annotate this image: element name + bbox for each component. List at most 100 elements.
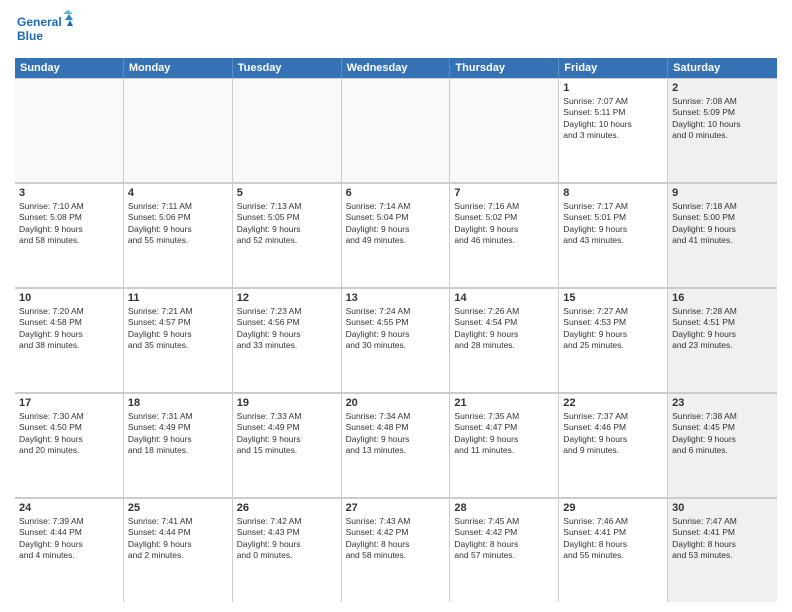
day-number: 8	[563, 187, 663, 199]
day-17: 17 Sunrise: 7:30 AMSunset: 4:50 PMDayligh…	[15, 394, 124, 497]
day-number: 14	[454, 292, 554, 304]
day-info: Sunrise: 7:18 AMSunset: 5:00 PMDaylight:…	[672, 201, 773, 247]
header-monday: Monday	[124, 58, 233, 78]
day-1: 1 Sunrise: 7:07 AMSunset: 5:11 PMDaylight…	[559, 79, 668, 182]
day-info: Sunrise: 7:35 AMSunset: 4:47 PMDaylight:…	[454, 411, 554, 457]
day-number: 27	[346, 502, 446, 514]
day-info: Sunrise: 7:11 AMSunset: 5:06 PMDaylight:…	[128, 201, 228, 247]
day-29: 29 Sunrise: 7:46 AMSunset: 4:41 PMDayligh…	[559, 499, 668, 602]
day-18: 18 Sunrise: 7:31 AMSunset: 4:49 PMDayligh…	[124, 394, 233, 497]
day-14: 14Sunrise: 7:26 AMSunset: 4:54 PMDayligh…	[450, 289, 559, 392]
day-number: 4	[128, 187, 228, 199]
day-number: 17	[19, 397, 119, 409]
day-number: 12	[237, 292, 337, 304]
svg-text:General: General	[17, 15, 62, 29]
header-saturday: Saturday	[668, 58, 777, 78]
day-info: Sunrise: 7:34 AMSunset: 4:48 PMDaylight:…	[346, 411, 446, 457]
day-info: Sunrise: 7:43 AMSunset: 4:42 PMDaylight:…	[346, 516, 446, 562]
empty-cell-0-2	[233, 79, 342, 182]
day-info: Sunrise: 7:46 AMSunset: 4:41 PMDaylight:…	[563, 516, 663, 562]
day-8: 8 Sunrise: 7:17 AMSunset: 5:01 PMDaylight…	[559, 184, 668, 287]
day-number: 23	[672, 397, 773, 409]
week-row-5: 24 Sunrise: 7:39 AMSunset: 4:44 PMDayligh…	[15, 498, 777, 602]
day-info: Sunrise: 7:45 AMSunset: 4:42 PMDaylight:…	[454, 516, 554, 562]
day-24: 24 Sunrise: 7:39 AMSunset: 4:44 PMDayligh…	[15, 499, 124, 602]
day-10: 10 Sunrise: 7:20 AMSunset: 4:58 PMDayligh…	[15, 289, 124, 392]
day-number: 19	[237, 397, 337, 409]
week-row-2: 3Sunrise: 7:10 AMSunset: 5:08 PMDaylight…	[15, 183, 777, 288]
page: General Blue SundayMondayTuesdayWednesda…	[0, 0, 792, 612]
day-number: 2	[672, 82, 773, 94]
day-23: 23 Sunrise: 7:38 AMSunset: 4:45 PMDayligh…	[668, 394, 777, 497]
day-number: 16	[672, 292, 773, 304]
day-number: 25	[128, 502, 228, 514]
day-15: 15 Sunrise: 7:27 AMSunset: 4:53 PMDayligh…	[559, 289, 668, 392]
day-13: 13 Sunrise: 7:24 AMSunset: 4:55 PMDayligh…	[342, 289, 451, 392]
day-4: 4 Sunrise: 7:11 AMSunset: 5:06 PMDaylight…	[124, 184, 233, 287]
empty-cell-0-4	[450, 79, 559, 182]
day-info: Sunrise: 7:31 AMSunset: 4:49 PMDaylight:…	[128, 411, 228, 457]
day-number: 10	[19, 292, 119, 304]
header-wednesday: Wednesday	[342, 58, 451, 78]
day-info: Sunrise: 7:27 AMSunset: 4:53 PMDaylight:…	[563, 306, 663, 352]
week-row-1: 1 Sunrise: 7:07 AMSunset: 5:11 PMDaylight…	[15, 78, 777, 183]
day-20: 20 Sunrise: 7:34 AMSunset: 4:48 PMDayligh…	[342, 394, 451, 497]
day-number: 5	[237, 187, 337, 199]
day-30: 30Sunrise: 7:47 AMSunset: 4:41 PMDayligh…	[668, 499, 777, 602]
day-info: Sunrise: 7:17 AMSunset: 5:01 PMDaylight:…	[563, 201, 663, 247]
empty-cell-0-0	[15, 79, 124, 182]
day-number: 26	[237, 502, 337, 514]
empty-cell-0-1	[124, 79, 233, 182]
day-info: Sunrise: 7:16 AMSunset: 5:02 PMDaylight:…	[454, 201, 554, 247]
day-info: Sunrise: 7:41 AMSunset: 4:44 PMDaylight:…	[128, 516, 228, 562]
day-7: 7 Sunrise: 7:16 AMSunset: 5:02 PMDaylight…	[450, 184, 559, 287]
day-12: 12Sunrise: 7:23 AMSunset: 4:56 PMDayligh…	[233, 289, 342, 392]
day-number: 13	[346, 292, 446, 304]
day-info: Sunrise: 7:13 AMSunset: 5:05 PMDaylight:…	[237, 201, 337, 247]
day-number: 9	[672, 187, 773, 199]
svg-text:Blue: Blue	[17, 29, 43, 43]
logo-svg: General Blue	[15, 10, 75, 50]
calendar-header: SundayMondayTuesdayWednesdayThursdayFrid…	[15, 58, 777, 78]
day-info: Sunrise: 7:37 AMSunset: 4:46 PMDaylight:…	[563, 411, 663, 457]
week-row-3: 10 Sunrise: 7:20 AMSunset: 4:58 PMDayligh…	[15, 288, 777, 393]
day-3: 3Sunrise: 7:10 AMSunset: 5:08 PMDaylight…	[15, 184, 124, 287]
day-info: Sunrise: 7:20 AMSunset: 4:58 PMDaylight:…	[19, 306, 119, 352]
day-number: 1	[563, 82, 663, 94]
day-info: Sunrise: 7:28 AMSunset: 4:51 PMDaylight:…	[672, 306, 773, 352]
day-27: 27 Sunrise: 7:43 AMSunset: 4:42 PMDayligh…	[342, 499, 451, 602]
day-info: Sunrise: 7:14 AMSunset: 5:04 PMDaylight:…	[346, 201, 446, 247]
day-number: 28	[454, 502, 554, 514]
calendar: SundayMondayTuesdayWednesdayThursdayFrid…	[15, 58, 777, 602]
header: General Blue	[15, 10, 777, 50]
day-number: 29	[563, 502, 663, 514]
calendar-body: 1 Sunrise: 7:07 AMSunset: 5:11 PMDaylight…	[15, 78, 777, 602]
day-5: 5 Sunrise: 7:13 AMSunset: 5:05 PMDaylight…	[233, 184, 342, 287]
day-2: 2 Sunrise: 7:08 AMSunset: 5:09 PMDaylight…	[668, 79, 777, 182]
day-info: Sunrise: 7:33 AMSunset: 4:49 PMDaylight:…	[237, 411, 337, 457]
day-28: 28 Sunrise: 7:45 AMSunset: 4:42 PMDayligh…	[450, 499, 559, 602]
day-info: Sunrise: 7:08 AMSunset: 5:09 PMDaylight:…	[672, 96, 773, 142]
day-number: 24	[19, 502, 119, 514]
header-friday: Friday	[559, 58, 668, 78]
day-info: Sunrise: 7:47 AMSunset: 4:41 PMDaylight:…	[672, 516, 773, 562]
day-21: 21 Sunrise: 7:35 AMSunset: 4:47 PMDayligh…	[450, 394, 559, 497]
day-16: 16 Sunrise: 7:28 AMSunset: 4:51 PMDayligh…	[668, 289, 777, 392]
day-22: 22 Sunrise: 7:37 AMSunset: 4:46 PMDayligh…	[559, 394, 668, 497]
day-info: Sunrise: 7:24 AMSunset: 4:55 PMDaylight:…	[346, 306, 446, 352]
day-number: 18	[128, 397, 228, 409]
day-info: Sunrise: 7:38 AMSunset: 4:45 PMDaylight:…	[672, 411, 773, 457]
day-info: Sunrise: 7:39 AMSunset: 4:44 PMDaylight:…	[19, 516, 119, 562]
day-info: Sunrise: 7:30 AMSunset: 4:50 PMDaylight:…	[19, 411, 119, 457]
day-info: Sunrise: 7:07 AMSunset: 5:11 PMDaylight:…	[563, 96, 663, 142]
day-info: Sunrise: 7:10 AMSunset: 5:08 PMDaylight:…	[19, 201, 119, 247]
logo: General Blue	[15, 10, 75, 50]
day-number: 20	[346, 397, 446, 409]
day-11: 11Sunrise: 7:21 AMSunset: 4:57 PMDayligh…	[124, 289, 233, 392]
day-number: 22	[563, 397, 663, 409]
day-number: 21	[454, 397, 554, 409]
day-number: 15	[563, 292, 663, 304]
day-number: 11	[128, 292, 228, 304]
day-number: 7	[454, 187, 554, 199]
empty-cell-0-3	[342, 79, 451, 182]
